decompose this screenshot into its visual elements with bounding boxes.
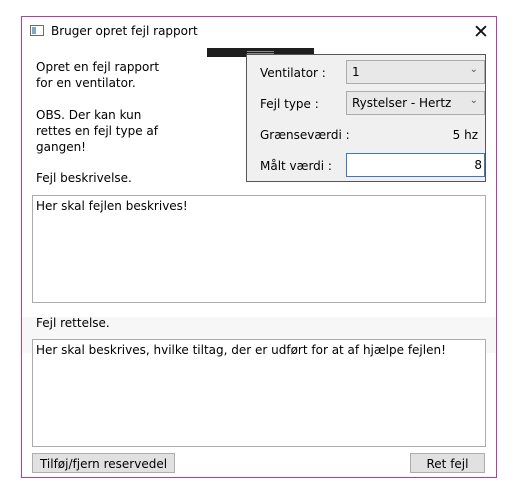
fault-type-label: Fejl type : bbox=[260, 97, 319, 111]
dialog-content: Opret en fejl rapport for en ventilator.… bbox=[22, 47, 496, 477]
dialog-window: Bruger opret fejl rapport ✕ Opret en fej… bbox=[21, 16, 497, 478]
ventilator-select[interactable]: 1 ⌄ bbox=[346, 60, 485, 84]
description-heading: Fejl beskrivelse. bbox=[36, 171, 132, 185]
measured-label: Målt værdi : bbox=[260, 159, 332, 173]
correction-heading: Fejl rettelse. bbox=[36, 316, 110, 330]
correction-textarea[interactable]: Her skal beskrives, hvilke tiltag, der e… bbox=[32, 339, 486, 447]
title-bar: Bruger opret fejl rapport ✕ bbox=[22, 17, 496, 47]
limit-label: Grænseværdi : bbox=[260, 128, 350, 142]
ventilator-value: 1 bbox=[352, 65, 360, 79]
fix-fault-button[interactable]: Ret fejl bbox=[410, 453, 485, 473]
limit-value: 5 hz bbox=[452, 128, 478, 142]
window-title: Bruger opret fejl rapport bbox=[51, 24, 198, 38]
chevron-down-icon: ⌄ bbox=[469, 64, 478, 75]
ventilator-label: Ventilator : bbox=[260, 66, 326, 80]
close-icon[interactable]: ✕ bbox=[466, 17, 496, 47]
measured-value-input[interactable] bbox=[346, 153, 485, 177]
fault-type-select[interactable]: Rystelser - Hertz ⌄ bbox=[346, 91, 485, 115]
spare-part-button[interactable]: Tilføj/fjern reservedel bbox=[32, 453, 175, 473]
description-textarea[interactable]: Her skal fejlen beskrives! bbox=[32, 195, 486, 303]
window-icon bbox=[30, 25, 44, 36]
intro-text: Opret en fejl rapport for en ventilator. bbox=[36, 60, 160, 90]
chevron-down-icon: ⌄ bbox=[469, 95, 478, 106]
fault-type-value: Rystelser - Hertz bbox=[352, 96, 452, 110]
fault-info-panel: Ventilator : 1 ⌄ Fejl type : Rystelser -… bbox=[246, 54, 486, 182]
note-text: OBS. Der kan kun rettes en fejl type af … bbox=[36, 108, 159, 154]
